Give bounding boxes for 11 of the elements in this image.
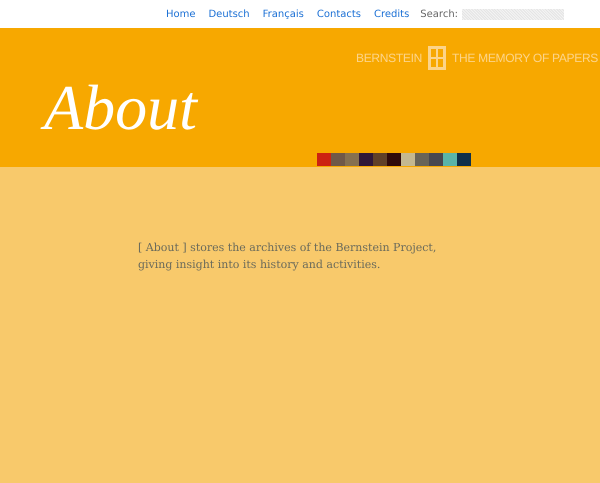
window-icon bbox=[428, 46, 446, 70]
search-field[interactable] bbox=[462, 8, 564, 20]
search-label: Search: bbox=[420, 8, 458, 22]
nav-link[interactable]: Français bbox=[262, 6, 304, 22]
intro-text: [ About ] stores the archives of the Bernstein Project, giving insight into its history and activities. bbox=[138, 240, 438, 273]
logo-text: BERNSTEIN bbox=[356, 50, 422, 67]
nav-link[interactable]: Home bbox=[166, 6, 196, 22]
nav-link[interactable]: Deutsch bbox=[208, 6, 250, 22]
nav-link[interactable]: Credits bbox=[374, 6, 410, 22]
logo-text: THE MEMORY OF PAPERS bbox=[452, 50, 598, 67]
nav-link[interactable]: Contacts bbox=[316, 6, 361, 22]
